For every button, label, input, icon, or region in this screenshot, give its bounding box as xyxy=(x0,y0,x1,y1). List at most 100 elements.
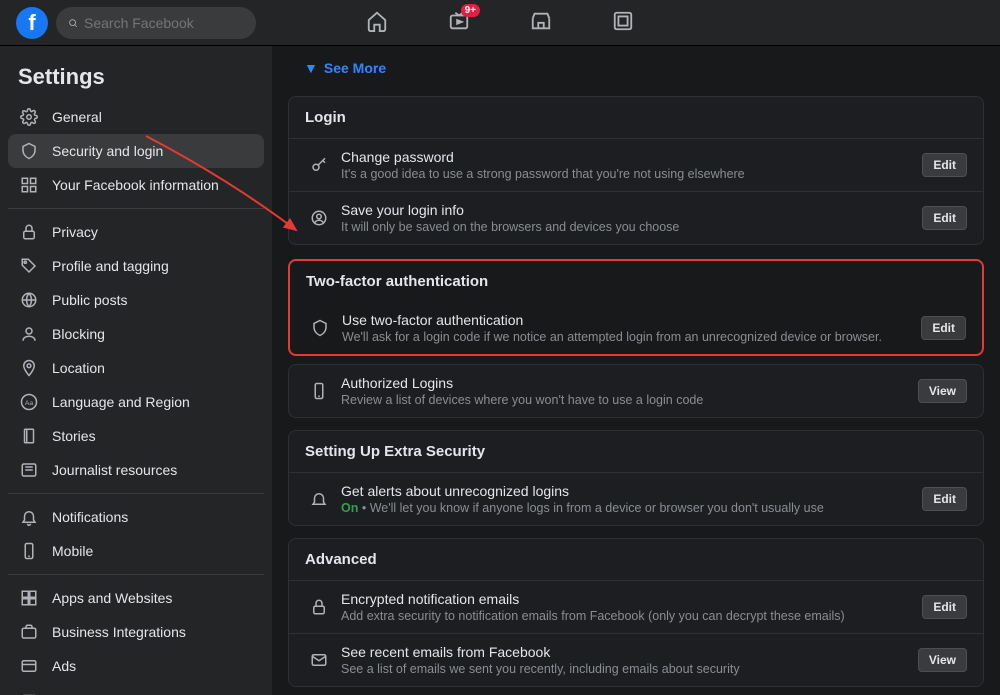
row-desc: On • We'll let you know if anyone logs i… xyxy=(341,501,922,515)
sidebar-item-label: Security and login xyxy=(52,143,163,159)
search-container[interactable] xyxy=(56,7,256,39)
svg-text:Aa: Aa xyxy=(25,400,34,407)
facebook-logo[interactable]: f xyxy=(16,7,48,39)
advanced-header: Advanced xyxy=(289,539,983,581)
view-button[interactable]: View xyxy=(918,648,967,672)
sidebar-item-location[interactable]: Location xyxy=(8,351,264,385)
edit-button[interactable]: Edit xyxy=(922,595,967,619)
news-icon xyxy=(18,461,40,479)
sidebar-item-label: Mobile xyxy=(52,543,93,559)
sidebar-divider xyxy=(8,493,264,494)
sidebar-item-profile-and-tagging[interactable]: Profile and tagging xyxy=(8,249,264,283)
login-section: Login Change password It's a good idea t… xyxy=(288,96,984,245)
sidebar-item-general[interactable]: General xyxy=(8,100,264,134)
sidebar-item-mobile[interactable]: Mobile xyxy=(8,534,264,568)
sidebar-item-journalist-resources[interactable]: Journalist resources xyxy=(8,453,264,487)
tag-icon xyxy=(18,257,40,275)
edit-button[interactable]: Edit xyxy=(922,206,967,230)
money-icon xyxy=(18,691,40,695)
row-desc: See a list of emails we sent you recentl… xyxy=(341,662,918,676)
groups-icon[interactable] xyxy=(612,10,634,35)
person-circle-icon xyxy=(305,209,333,227)
bell-outline-icon xyxy=(305,490,333,508)
center-nav: 9+ xyxy=(366,10,634,35)
settings-row: Get alerts about unrecognized logins On … xyxy=(289,473,983,525)
edit-button[interactable]: Edit xyxy=(922,153,967,177)
authorized-logins-section: Authorized Logins Review a list of devic… xyxy=(288,364,984,418)
sidebar-item-apps-and-websites[interactable]: Apps and Websites xyxy=(8,581,264,615)
sidebar-item-label: Blocking xyxy=(52,326,105,342)
marketplace-icon[interactable] xyxy=(530,10,552,35)
settings-row: Authorized Logins Review a list of devic… xyxy=(289,365,983,417)
sidebar-item-business-integrations[interactable]: Business Integrations xyxy=(8,615,264,649)
row-desc: Add extra security to notification email… xyxy=(341,609,922,623)
settings-sidebar: Settings GeneralSecurity and loginYour F… xyxy=(0,46,272,695)
sidebar-item-stories[interactable]: Stories xyxy=(8,419,264,453)
row-desc: Review a list of devices where you won't… xyxy=(341,393,918,407)
see-more-link[interactable]: ▼ See More xyxy=(288,56,984,84)
two-factor-section: Two-factor authentication Use two-factor… xyxy=(290,261,982,354)
row-desc: It will only be saved on the browsers an… xyxy=(341,220,922,234)
aa-icon: Aa xyxy=(18,393,40,411)
row-title: See recent emails from Facebook xyxy=(341,644,918,660)
shield-icon xyxy=(18,142,40,160)
top-bar: f 9+ xyxy=(0,0,1000,46)
mobile-icon xyxy=(18,542,40,560)
sidebar-item-ads-payments[interactable]: Ads Payments xyxy=(8,683,264,695)
sidebar-item-security-and-login[interactable]: Security and login xyxy=(8,134,264,168)
sidebar-item-language-and-region[interactable]: Aa Language and Region xyxy=(8,385,264,419)
sidebar-item-blocking[interactable]: Blocking xyxy=(8,317,264,351)
apps-icon xyxy=(18,589,40,607)
phone-icon xyxy=(305,382,333,400)
sidebar-item-label: Location xyxy=(52,360,105,376)
grid-icon xyxy=(18,176,40,194)
card-icon xyxy=(18,657,40,675)
key-icon xyxy=(305,156,333,174)
sidebar-item-label: Language and Region xyxy=(52,394,190,410)
settings-row: Use two-factor authentication We'll ask … xyxy=(290,302,982,354)
two-factor-highlight: Two-factor authentication Use two-factor… xyxy=(288,259,984,356)
gear-icon xyxy=(18,108,40,126)
sidebar-item-label: Your Facebook information xyxy=(52,177,219,193)
main-content: ▼ See More Login Change password It's a … xyxy=(272,46,1000,695)
watch-icon[interactable]: 9+ xyxy=(448,10,470,35)
settings-row: Encrypted notification emails Add extra … xyxy=(289,581,983,634)
settings-row: Save your login info It will only be sav… xyxy=(289,192,983,244)
biz-icon xyxy=(18,623,40,641)
home-icon[interactable] xyxy=(366,10,388,35)
book-icon xyxy=(18,427,40,445)
row-status: On xyxy=(341,501,358,515)
sidebar-item-privacy[interactable]: Privacy xyxy=(8,215,264,249)
sidebar-item-notifications[interactable]: Notifications xyxy=(8,500,264,534)
sidebar-item-label: Stories xyxy=(52,428,96,444)
settings-row: See recent emails from Facebook See a li… xyxy=(289,634,983,686)
search-input[interactable] xyxy=(84,15,244,31)
watch-badge: 9+ xyxy=(461,4,480,17)
envelope-icon xyxy=(305,651,333,669)
sidebar-item-label: Apps and Websites xyxy=(52,590,172,606)
sidebar-item-label: Profile and tagging xyxy=(52,258,169,274)
advanced-section: Advanced Encrypted notification emails A… xyxy=(288,538,984,687)
login-header: Login xyxy=(289,97,983,139)
row-title: Use two-factor authentication xyxy=(342,312,921,328)
sidebar-item-label: Ads xyxy=(52,658,76,674)
edit-button[interactable]: Edit xyxy=(921,316,966,340)
person-icon xyxy=(18,325,40,343)
row-desc-text: We'll let you know if anyone logs in fro… xyxy=(370,501,824,515)
sidebar-item-ads[interactable]: Ads xyxy=(8,649,264,683)
sidebar-item-public-posts[interactable]: Public posts xyxy=(8,283,264,317)
search-icon xyxy=(68,16,78,30)
row-title: Save your login info xyxy=(341,202,922,218)
bell-icon xyxy=(18,508,40,526)
sidebar-item-label: Public posts xyxy=(52,292,127,308)
view-button[interactable]: View xyxy=(918,379,967,403)
sidebar-item-your-facebook-information[interactable]: Your Facebook information xyxy=(8,168,264,202)
lock-icon xyxy=(18,223,40,241)
row-title: Authorized Logins xyxy=(341,375,918,391)
row-desc: We'll ask for a login code if we notice … xyxy=(342,330,921,344)
lock-outline-icon xyxy=(305,598,333,616)
sidebar-item-label: Journalist resources xyxy=(52,462,177,478)
edit-button[interactable]: Edit xyxy=(922,487,967,511)
row-title: Get alerts about unrecognized logins xyxy=(341,483,922,499)
sidebar-item-label: Privacy xyxy=(52,224,98,240)
